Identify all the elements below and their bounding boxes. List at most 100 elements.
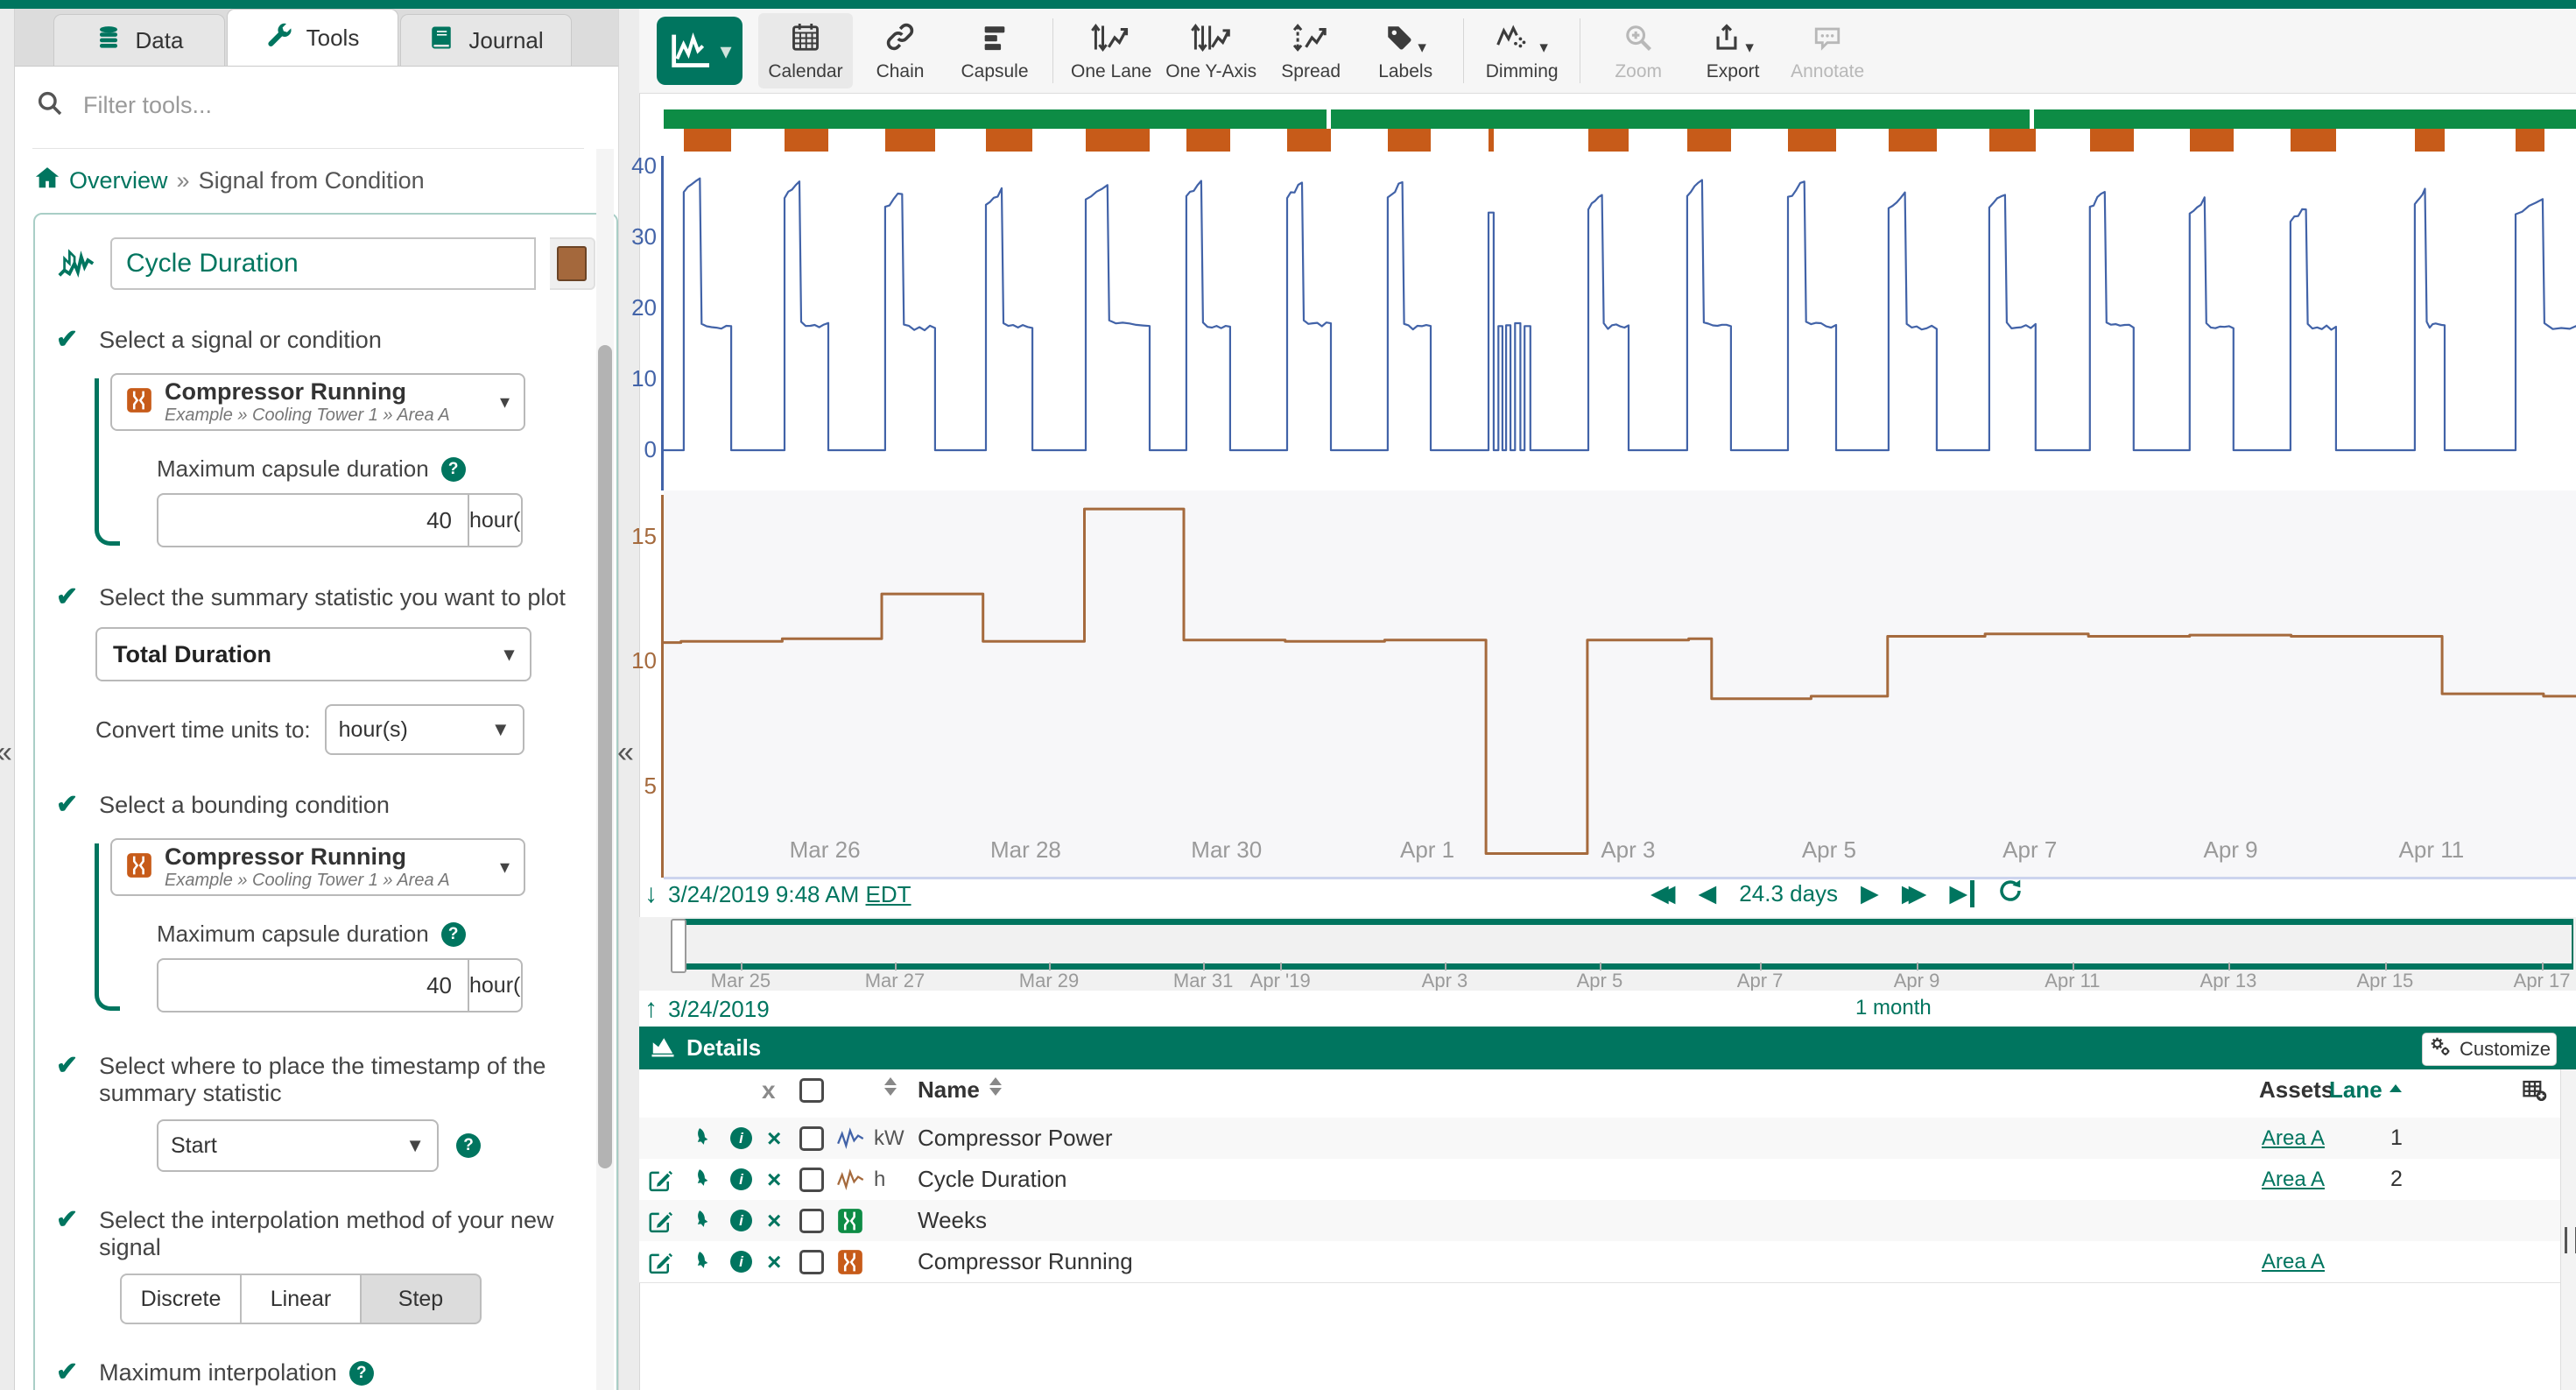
timeline-tick-label: Apr 5 <box>1538 970 1661 992</box>
toolbar-labels-button[interactable]: ▾Labels <box>1358 13 1453 88</box>
column-name[interactable]: Name <box>918 1069 980 1111</box>
item-name[interactable]: Weeks <box>918 1200 987 1241</box>
step-forward-double-icon[interactable]: ▶▶ <box>1902 880 1927 907</box>
trend-view-button[interactable]: ▾ <box>657 17 743 85</box>
panel-scrollbar-thumb[interactable] <box>598 345 612 1168</box>
statistic-dropdown[interactable]: Total Duration ▾ <box>95 627 531 681</box>
item-name[interactable]: Compressor Power <box>918 1118 1113 1159</box>
home-icon[interactable] <box>34 165 60 197</box>
add-column-icon[interactable] <box>2522 1069 2548 1111</box>
step-forward-icon[interactable]: ▶ <box>1861 880 1879 907</box>
breadcrumb-overview-link[interactable]: Overview <box>69 167 168 194</box>
condition-dropdown[interactable]: Compressor Running Example » Cooling Tow… <box>110 373 525 431</box>
toolbar-export-button[interactable]: ▾Export <box>1686 13 1780 88</box>
info-icon[interactable]: i <box>730 1241 752 1282</box>
item-name[interactable]: Cycle Duration <box>918 1159 1067 1200</box>
customize-button[interactable]: Customize <box>2422 1033 2557 1066</box>
unit-dropdown[interactable]: hour(s)▾ <box>468 960 523 1011</box>
rocket-icon[interactable] <box>690 1200 714 1241</box>
rocket-icon[interactable] <box>690 1159 714 1200</box>
help-icon[interactable]: ? <box>441 457 466 482</box>
filter-tools-input[interactable] <box>81 91 540 120</box>
timeline-tick-label: Apr 7 <box>1699 970 1821 992</box>
resize-handle-icon[interactable] <box>2565 1227 2576 1253</box>
timeline-tick-label: Mar 27 <box>834 970 956 992</box>
help-icon[interactable]: ? <box>456 1133 481 1158</box>
info-icon[interactable]: i <box>730 1118 752 1159</box>
remove-icon[interactable]: × <box>767 1159 781 1200</box>
sort-lane-asc-icon[interactable] <box>2389 1084 2402 1092</box>
cycle-duration-plot[interactable] <box>664 490 2576 885</box>
timeline-scrubber[interactable]: Mar 25Mar 27Mar 29Mar 31Apr '19Apr 3Apr … <box>639 917 2576 991</box>
timezone-link[interactable]: EDT <box>866 881 911 907</box>
toolbar-spread-button[interactable]: Spread <box>1263 13 1358 88</box>
step-back-double-icon[interactable]: ◀◀ <box>1650 880 1676 907</box>
details-right-gutter[interactable] <box>2560 1069 2576 1390</box>
step-back-icon[interactable]: ◀ <box>1699 880 1717 907</box>
toolbar-capsule-button[interactable]: Capsule <box>947 13 1042 88</box>
left-collapse-strip[interactable]: « <box>0 9 15 1390</box>
info-icon[interactable]: i <box>730 1200 752 1241</box>
edit-icon[interactable] <box>647 1200 673 1241</box>
collapse-left-icon[interactable]: « <box>0 737 12 767</box>
max-capsule-label: Maximum capsule duration <box>157 455 429 483</box>
row-checkbox[interactable] <box>799 1118 824 1159</box>
rocket-icon[interactable] <box>690 1241 714 1282</box>
collapse-panel-icon[interactable]: « <box>617 737 634 767</box>
help-icon[interactable]: ? <box>349 1361 374 1386</box>
remove-icon[interactable]: × <box>767 1118 781 1159</box>
asset-link[interactable]: Area A <box>2262 1241 2325 1282</box>
toolbar-one-lane-button[interactable]: One Lane <box>1064 13 1158 88</box>
sort-name-control[interactable] <box>989 1077 1002 1096</box>
toolbar-one-y-axis-button[interactable]: One Y-Axis <box>1158 13 1263 88</box>
max-capsule-value-input[interactable] <box>158 495 468 546</box>
help-icon[interactable]: ? <box>441 922 466 947</box>
capsule-icon <box>837 1200 863 1241</box>
interp-option-linear[interactable]: Linear <box>240 1274 360 1324</box>
range-duration[interactable]: 24.3 days <box>1739 880 1838 907</box>
timestamp-dropdown[interactable]: Start ▼ <box>157 1119 439 1172</box>
rocket-icon[interactable] <box>690 1118 714 1159</box>
bounding-condition-dropdown[interactable]: Compressor Running Example » Cooling Tow… <box>110 838 525 896</box>
compressor-power-plot[interactable] <box>664 131 2576 495</box>
asset-link[interactable]: Area A <box>2262 1118 2325 1159</box>
tab-data[interactable]: Data <box>53 14 225 66</box>
sort-type-control[interactable] <box>884 1077 897 1096</box>
remove-icon[interactable]: × <box>767 1200 781 1241</box>
unit-dropdown[interactable]: hour(s)▾ <box>468 495 523 546</box>
toolbar-chain-button[interactable]: Chain <box>853 13 947 88</box>
bounding-max-value-input[interactable] <box>158 960 468 1011</box>
remove-icon[interactable]: × <box>767 1241 781 1282</box>
row-checkbox[interactable] <box>799 1159 824 1200</box>
row-checkbox[interactable] <box>799 1200 824 1241</box>
section-label-bounding: Select a bounding condition <box>99 792 390 819</box>
weeks-capsule-lane[interactable] <box>664 109 2576 129</box>
remove-all-icon[interactable]: x <box>762 1069 776 1111</box>
timeline-window-label[interactable]: 1 month <box>1855 996 1932 1020</box>
edit-icon[interactable] <box>647 1159 673 1200</box>
edit-icon[interactable] <box>647 1241 673 1282</box>
timeline-selection[interactable] <box>677 919 2573 970</box>
panel-divider[interactable]: « <box>618 9 640 1390</box>
info-icon[interactable]: i <box>730 1159 752 1200</box>
toolbar-dimming-button[interactable]: ▾Dimming <box>1475 13 1569 88</box>
row-checkbox[interactable] <box>799 1241 824 1282</box>
convert-units-dropdown[interactable]: hour(s) ▼ <box>325 704 524 755</box>
check-icon: ✔ <box>56 1053 78 1079</box>
interp-option-step[interactable]: Step <box>360 1274 482 1324</box>
tab-journal[interactable]: Journal <box>400 14 572 66</box>
tab-tools[interactable]: Tools <box>227 9 398 66</box>
timeline-left-handle[interactable] <box>671 919 686 973</box>
toolbar-calendar-button[interactable]: Calendar <box>758 13 853 88</box>
step-to-end-icon[interactable]: ▶ <box>1949 880 1974 907</box>
refresh-icon[interactable] <box>1997 878 2023 910</box>
asset-link[interactable]: Area A <box>2262 1159 2325 1200</box>
column-lane[interactable]: Lane <box>2329 1069 2382 1111</box>
item-name[interactable]: Compressor Running <box>918 1241 1133 1282</box>
select-all-checkbox[interactable] <box>799 1069 824 1111</box>
interp-option-discrete[interactable]: Discrete <box>120 1274 240 1324</box>
tool-header <box>56 237 595 290</box>
result-name-input[interactable] <box>110 237 536 290</box>
condition-capsule-icon <box>126 852 152 883</box>
column-assets[interactable]: Assets <box>2259 1069 2333 1111</box>
